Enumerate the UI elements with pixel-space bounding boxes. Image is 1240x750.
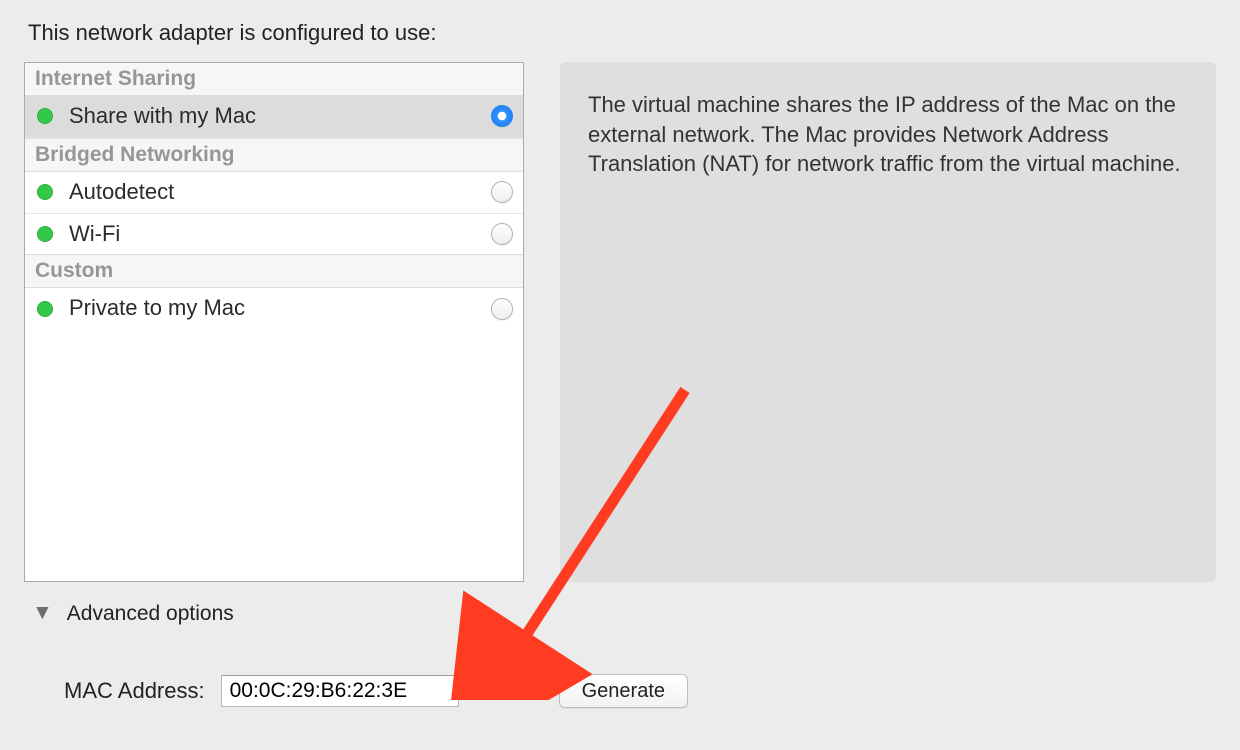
mac-address-input[interactable] xyxy=(221,675,459,707)
section-header-custom: Custom xyxy=(25,254,523,288)
radio-autodetect[interactable] xyxy=(491,181,513,203)
option-description: The virtual machine shares the IP addres… xyxy=(560,62,1216,582)
option-wifi[interactable]: Wi-Fi xyxy=(25,214,523,255)
disclosure-triangle-icon: ▼ xyxy=(32,601,53,625)
radio-wifi[interactable] xyxy=(491,223,513,245)
radio-private-to-mac[interactable] xyxy=(491,298,513,320)
advanced-options-toggle[interactable]: ▼ Advanced options xyxy=(32,602,524,626)
option-autodetect[interactable]: Autodetect xyxy=(25,172,523,214)
option-private-to-mac[interactable]: Private to my Mac xyxy=(25,288,523,329)
section-header-bridged: Bridged Networking xyxy=(25,138,523,172)
option-share-with-mac[interactable]: Share with my Mac xyxy=(25,96,523,138)
option-label: Private to my Mac xyxy=(69,293,491,324)
generate-button[interactable]: Generate xyxy=(559,674,688,708)
option-label: Share with my Mac xyxy=(69,101,491,132)
mac-address-label: MAC Address: xyxy=(64,678,205,704)
network-adapter-list: Internet Sharing Share with my Mac Bridg… xyxy=(24,62,524,582)
radio-share-with-mac[interactable] xyxy=(491,105,513,127)
status-dot-icon xyxy=(37,226,53,242)
advanced-options-label: Advanced options xyxy=(67,602,234,626)
page-title: This network adapter is configured to us… xyxy=(28,20,1216,46)
status-dot-icon xyxy=(37,108,53,124)
status-dot-icon xyxy=(37,301,53,317)
section-header-internet-sharing: Internet Sharing xyxy=(25,63,523,96)
option-label: Wi-Fi xyxy=(69,219,491,250)
status-dot-icon xyxy=(37,184,53,200)
option-label: Autodetect xyxy=(69,177,491,208)
